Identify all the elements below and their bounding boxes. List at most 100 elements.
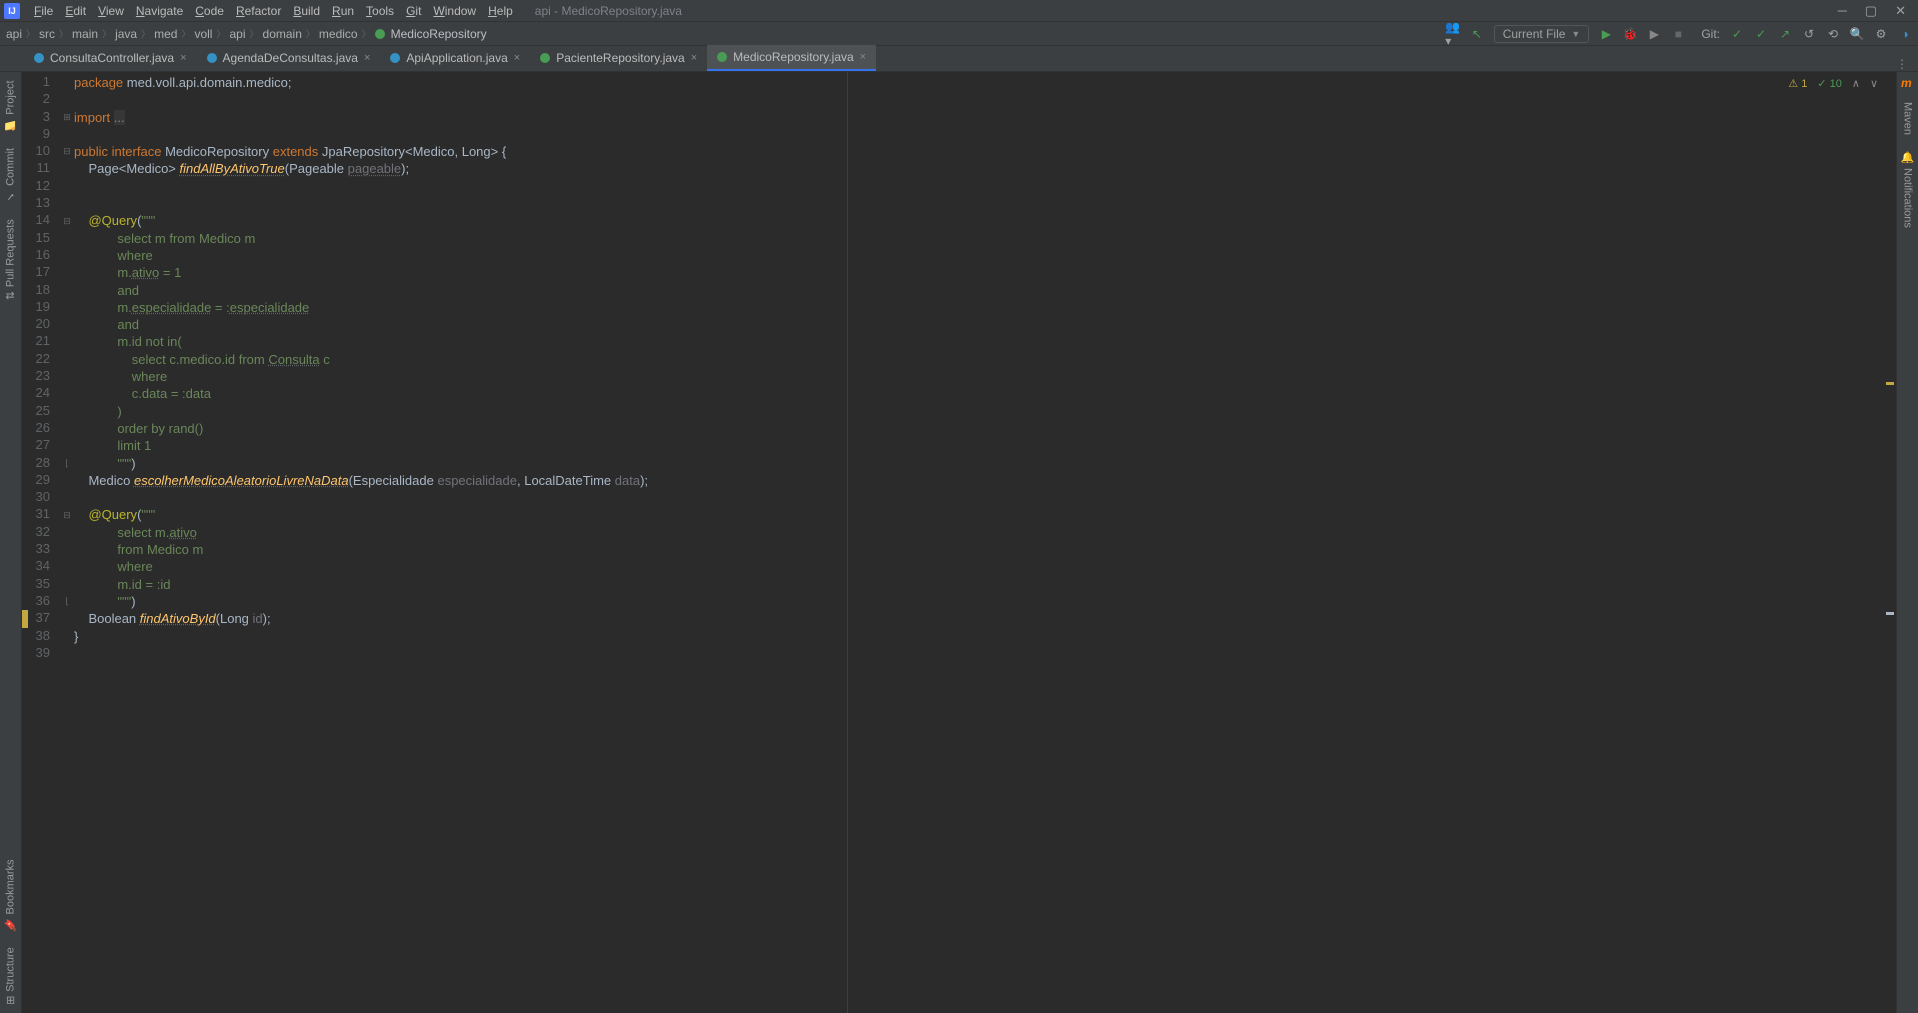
line-number[interactable]: 20: [22, 316, 50, 333]
line-number[interactable]: 14: [22, 212, 50, 229]
line-number[interactable]: 9: [22, 126, 50, 143]
code-line[interactable]: where: [74, 558, 648, 575]
tab-apiapplication[interactable]: ApiApplication.java×: [380, 45, 530, 71]
code-line[interactable]: public interface MedicoRepository extend…: [74, 143, 648, 160]
fold-gutter[interactable]: ⊞⊟⊟⌊⊟⌊: [60, 72, 74, 1013]
code-line[interactable]: select m.ativo: [74, 524, 648, 541]
line-number[interactable]: 19: [22, 299, 50, 316]
project-tool[interactable]: 📁Project: [0, 72, 21, 140]
line-number[interactable]: 18: [22, 282, 50, 299]
fold-marker[interactable]: [60, 195, 74, 212]
fold-marker[interactable]: [60, 610, 74, 627]
search-icon[interactable]: 🔍: [1850, 27, 1864, 41]
code-line[interactable]: """): [74, 455, 648, 472]
fold-marker[interactable]: [60, 472, 74, 489]
line-number[interactable]: 32: [22, 524, 50, 541]
code-area[interactable]: package med.voll.api.domain.medico; impo…: [74, 72, 648, 1013]
fold-marker[interactable]: ⌊: [60, 593, 74, 610]
line-number[interactable]: 23: [22, 368, 50, 385]
code-line[interactable]: limit 1: [74, 437, 648, 454]
git-commit-icon[interactable]: ✓: [1754, 27, 1768, 41]
code-line[interactable]: [74, 178, 648, 195]
breadcrumb-item[interactable]: medico: [319, 27, 358, 41]
code-line[interactable]: [74, 91, 648, 108]
notifications-tool[interactable]: 🔔Notifications: [1897, 143, 1918, 236]
fold-marker[interactable]: [60, 437, 74, 454]
fold-marker[interactable]: [60, 645, 74, 662]
warnings-badge[interactable]: 1: [1788, 77, 1807, 90]
fold-marker[interactable]: [60, 299, 74, 316]
code-line[interactable]: @Query(""": [74, 212, 648, 229]
menu-edit[interactable]: Edit: [59, 4, 92, 18]
close-tab-icon[interactable]: ×: [364, 52, 370, 64]
line-number[interactable]: 12: [22, 178, 50, 195]
menu-run[interactable]: Run: [326, 4, 360, 18]
line-number[interactable]: 3: [22, 109, 50, 126]
line-number[interactable]: 31: [22, 506, 50, 523]
fold-marker[interactable]: [60, 368, 74, 385]
run-icon[interactable]: ▶: [1599, 27, 1613, 41]
ok-badge[interactable]: 10: [1817, 77, 1842, 90]
code-line[interactable]: ): [74, 403, 648, 420]
line-number[interactable]: 27: [22, 437, 50, 454]
code-line[interactable]: where: [74, 368, 648, 385]
tab-pacienterepository[interactable]: PacienteRepository.java×: [530, 45, 707, 71]
fold-marker[interactable]: [60, 385, 74, 402]
menu-file[interactable]: File: [28, 4, 59, 18]
close-tab-icon[interactable]: ×: [691, 52, 697, 64]
code-line[interactable]: @Query(""": [74, 506, 648, 523]
fold-marker[interactable]: [60, 628, 74, 645]
line-number-gutter[interactable]: 1239101112131415161718192021222324252627…: [22, 72, 60, 1013]
line-number[interactable]: 11: [22, 160, 50, 177]
fold-marker[interactable]: [60, 403, 74, 420]
code-line[interactable]: and: [74, 316, 648, 333]
fold-marker[interactable]: [60, 160, 74, 177]
breadcrumb-item[interactable]: main: [72, 27, 98, 41]
close-icon[interactable]: ✕: [1895, 3, 1906, 19]
line-number[interactable]: 24: [22, 385, 50, 402]
fold-marker[interactable]: [60, 126, 74, 143]
menu-navigate[interactable]: Navigate: [130, 4, 189, 18]
menu-tools[interactable]: Tools: [360, 4, 400, 18]
fold-marker[interactable]: [60, 178, 74, 195]
tab-medicorepository[interactable]: MedicoRepository.java×: [707, 45, 876, 71]
inspection-badges[interactable]: 1 10 ∧ ∨: [1788, 77, 1878, 90]
fold-marker[interactable]: [60, 91, 74, 108]
users-icon[interactable]: 👥▾: [1446, 27, 1460, 41]
line-number[interactable]: 21: [22, 333, 50, 350]
code-line[interactable]: where: [74, 247, 648, 264]
menu-view[interactable]: View: [92, 4, 130, 18]
breadcrumb-item[interactable]: domain: [263, 27, 302, 41]
fold-marker[interactable]: ⊟: [60, 212, 74, 229]
menu-help[interactable]: Help: [482, 4, 519, 18]
fold-marker[interactable]: ⊞: [60, 109, 74, 126]
line-number[interactable]: 26: [22, 420, 50, 437]
ide-update-icon[interactable]: ◑: [1898, 27, 1912, 41]
close-tab-icon[interactable]: ×: [180, 52, 186, 64]
menu-window[interactable]: Window: [427, 4, 482, 18]
git-update-icon[interactable]: ✓: [1730, 27, 1744, 41]
code-line[interactable]: select c.medico.id from Consulta c: [74, 351, 648, 368]
code-line[interactable]: import ...: [74, 109, 648, 126]
code-line[interactable]: [74, 489, 648, 506]
tab-consultacontroller[interactable]: ConsultaController.java×: [24, 45, 197, 71]
commit-tool[interactable]: ✓Commit: [0, 140, 21, 211]
code-line[interactable]: m.id not in(: [74, 333, 648, 350]
line-number[interactable]: 15: [22, 230, 50, 247]
fold-marker[interactable]: [60, 524, 74, 541]
menu-refactor[interactable]: Refactor: [230, 4, 287, 18]
line-number[interactable]: 34: [22, 558, 50, 575]
error-stripe[interactable]: [1884, 72, 1896, 1013]
fold-marker[interactable]: [60, 351, 74, 368]
bookmarks-tool[interactable]: 🔖Bookmarks: [0, 851, 21, 939]
breadcrumb-item[interactable]: voll: [194, 27, 212, 41]
breadcrumb-item[interactable]: java: [115, 27, 137, 41]
code-line[interactable]: [74, 126, 648, 143]
line-number[interactable]: 16: [22, 247, 50, 264]
code-line[interactable]: """): [74, 593, 648, 610]
code-line[interactable]: Boolean findAtivoById(Long id);: [74, 610, 648, 627]
run-config-selector[interactable]: Current File ▼: [1494, 25, 1590, 43]
fold-marker[interactable]: [60, 333, 74, 350]
breadcrumb-item[interactable]: med: [154, 27, 177, 41]
menu-build[interactable]: Build: [287, 4, 326, 18]
